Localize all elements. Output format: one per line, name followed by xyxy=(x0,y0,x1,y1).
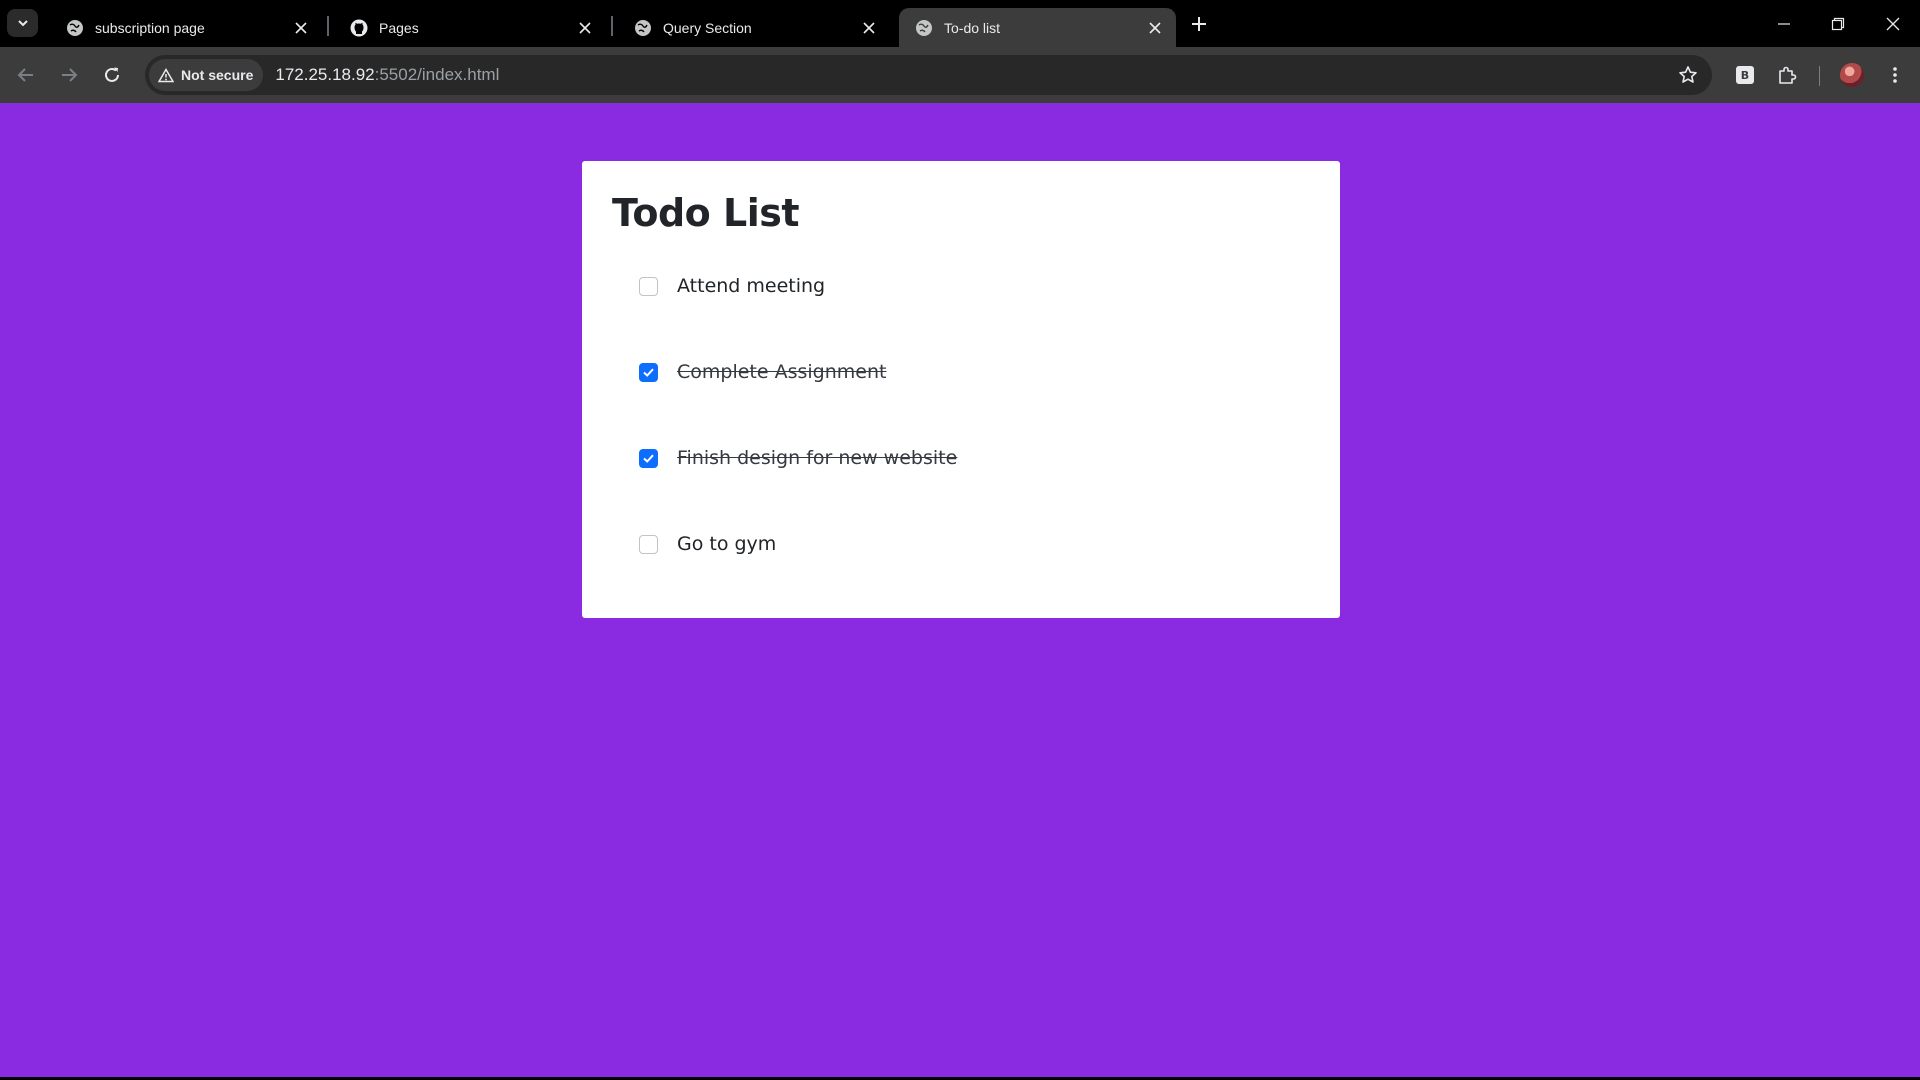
tab-strip: subscription page Pages Query Section To… xyxy=(0,0,1920,47)
tab-subscription-page[interactable]: subscription page xyxy=(50,8,322,47)
todo-list: Attend meeting Complete Assignment Finis… xyxy=(639,271,957,615)
close-icon[interactable] xyxy=(1144,17,1166,39)
security-chip[interactable]: Not secure xyxy=(149,59,264,91)
url-host: 172.25.18.92 xyxy=(275,65,375,84)
toolbar-divider xyxy=(1819,66,1820,86)
address-bar[interactable]: Not secure 172.25.18.92:5502/index.html xyxy=(145,55,1712,95)
new-tab-button[interactable] xyxy=(1185,10,1213,38)
browser-toolbar: Not secure 172.25.18.92:5502/index.html … xyxy=(0,47,1920,103)
extension-b-icon: B xyxy=(1736,66,1754,84)
tab-title: Pages xyxy=(379,19,419,36)
todo-checkbox[interactable] xyxy=(639,535,658,554)
minimize-icon xyxy=(1778,22,1790,25)
tab-pages[interactable]: Pages xyxy=(334,8,606,47)
tab-title: subscription page xyxy=(95,19,205,36)
close-window-button[interactable] xyxy=(1866,0,1920,47)
page-title: Todo List xyxy=(612,191,800,235)
more-vert-icon xyxy=(1893,67,1897,83)
puzzle-icon xyxy=(1779,66,1797,84)
github-icon xyxy=(350,19,368,37)
tab-title: Query Section xyxy=(663,19,752,36)
reload-icon xyxy=(105,67,119,82)
close-icon[interactable] xyxy=(290,17,312,39)
tab-title: To-do list xyxy=(944,19,1001,36)
close-icon xyxy=(1886,17,1900,30)
arrow-left-icon xyxy=(17,68,33,82)
bookmark-button[interactable] xyxy=(1678,65,1698,85)
tab-divider xyxy=(327,16,329,36)
avatar xyxy=(1840,63,1864,87)
restore-icon xyxy=(1831,17,1845,30)
arrow-right-icon xyxy=(62,68,78,82)
todo-checkbox[interactable] xyxy=(639,277,658,296)
reload-button[interactable] xyxy=(94,57,130,93)
minimize-button[interactable] xyxy=(1757,0,1811,47)
globe-icon xyxy=(66,19,84,37)
profile-button[interactable] xyxy=(1838,61,1866,89)
security-chip-label: Not secure xyxy=(181,67,254,83)
star-icon xyxy=(1679,66,1697,83)
close-icon[interactable] xyxy=(574,17,596,39)
todo-checkbox[interactable] xyxy=(639,449,658,468)
todo-item: Attend meeting xyxy=(639,271,957,357)
chevron-down-icon xyxy=(17,20,28,27)
url-path: :5502/index.html xyxy=(374,65,500,84)
extensions-menu-button[interactable] xyxy=(1773,61,1801,89)
page-viewport: Todo List Attend meeting Complete Assign… xyxy=(0,103,1920,1077)
todo-label: Go to gym xyxy=(677,533,777,555)
plus-icon xyxy=(1192,17,1206,31)
todo-label: Finish design for new website xyxy=(677,447,958,469)
todo-label: Complete Assignment xyxy=(677,361,887,383)
forward-button[interactable] xyxy=(51,57,87,93)
tab-divider xyxy=(611,16,613,36)
globe-icon xyxy=(634,19,652,37)
tab-search-button[interactable] xyxy=(7,9,38,37)
todo-card: Todo List Attend meeting Complete Assign… xyxy=(582,161,1340,618)
browser-menu-button[interactable] xyxy=(1881,61,1909,89)
todo-item: Finish design for new website xyxy=(639,443,957,529)
extension-button[interactable]: B xyxy=(1731,61,1759,89)
close-icon[interactable] xyxy=(858,17,880,39)
restore-button[interactable] xyxy=(1811,0,1865,47)
todo-item: Go to gym xyxy=(639,529,957,615)
todo-item: Complete Assignment xyxy=(639,357,957,443)
todo-label: Attend meeting xyxy=(677,275,826,297)
todo-checkbox[interactable] xyxy=(639,363,658,382)
url-text[interactable]: 172.25.18.92:5502/index.html xyxy=(275,65,499,85)
tab-query-section[interactable]: Query Section xyxy=(618,8,890,47)
check-icon xyxy=(643,368,654,377)
warning-icon xyxy=(158,67,174,82)
tab-to-do-list[interactable]: To-do list xyxy=(899,8,1176,47)
globe-icon xyxy=(915,19,933,37)
back-button[interactable] xyxy=(8,57,44,93)
check-icon xyxy=(643,454,654,463)
